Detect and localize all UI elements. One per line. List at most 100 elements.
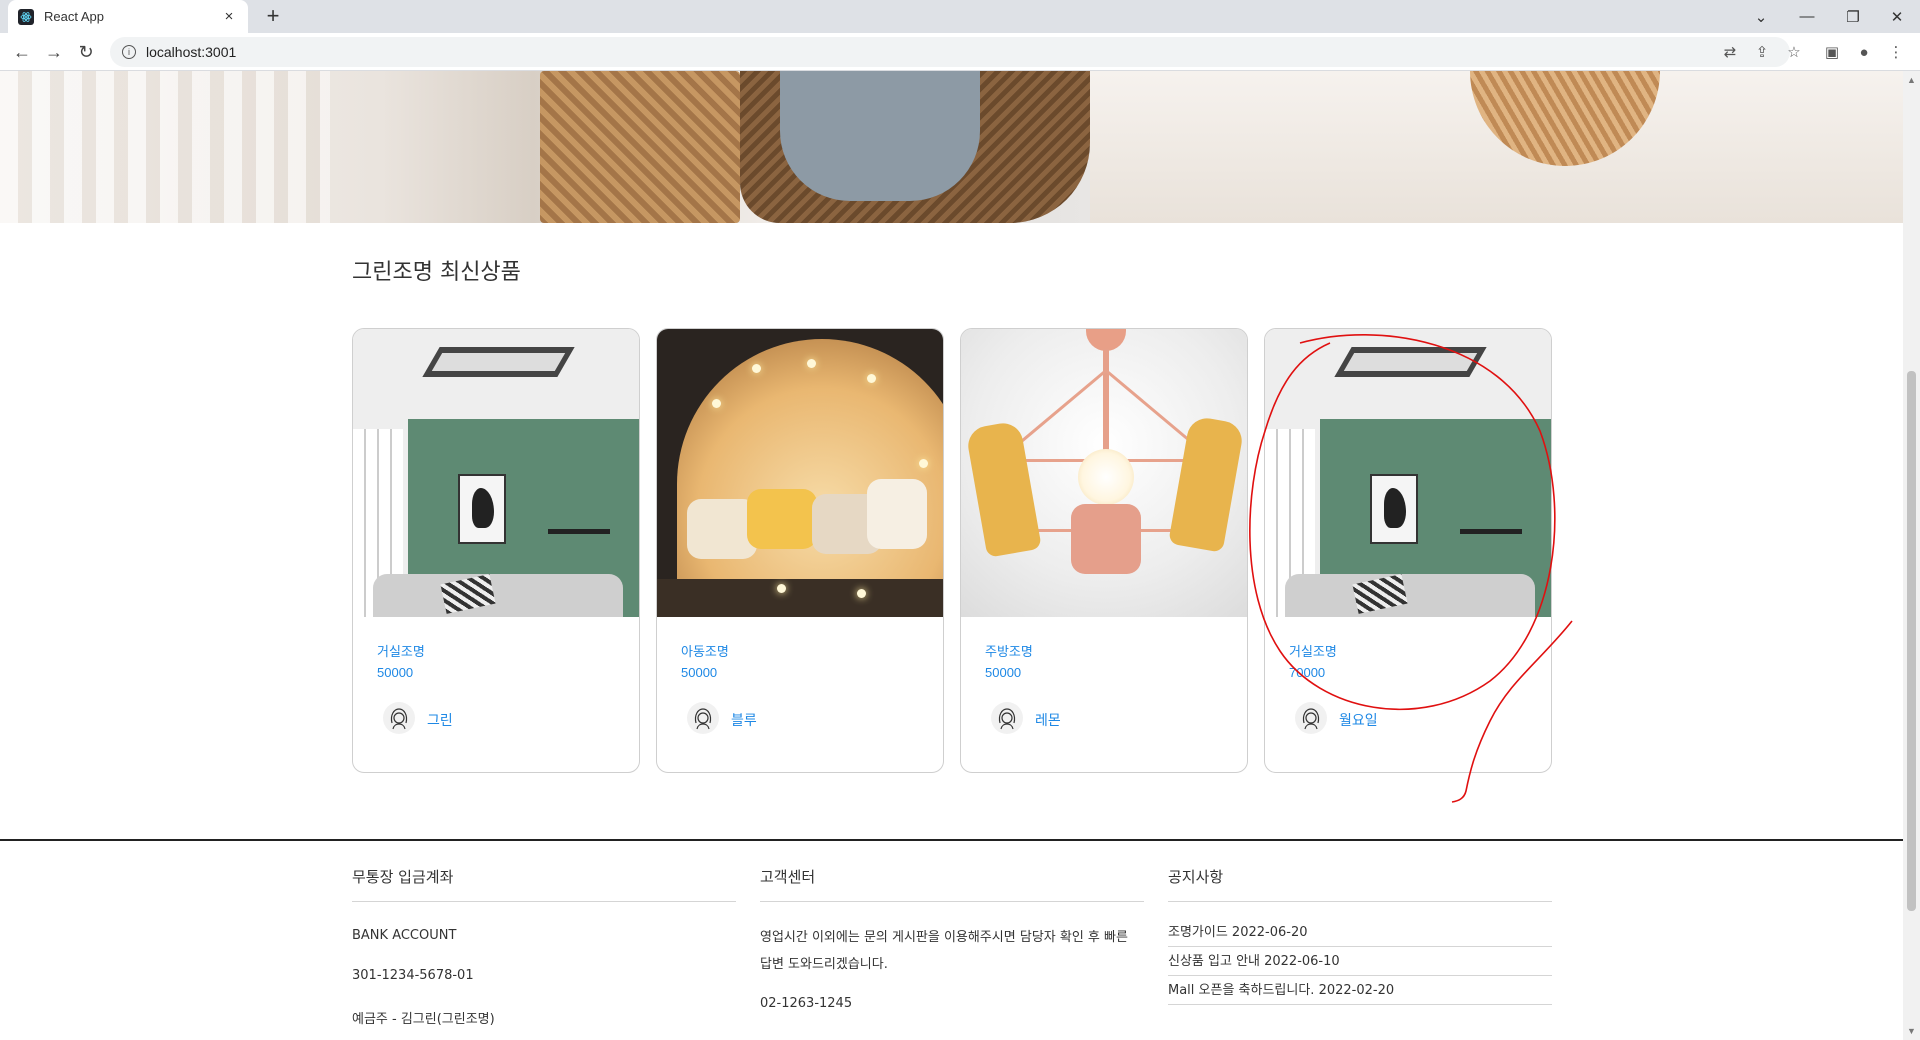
- footer-divider: [0, 839, 1903, 841]
- new-tab-button[interactable]: +: [260, 4, 286, 30]
- scroll-thumb[interactable]: [1907, 371, 1916, 911]
- tab-close-icon[interactable]: ×: [220, 8, 238, 25]
- profile-icon[interactable]: ●: [1854, 42, 1874, 62]
- product-name[interactable]: 주방조명: [985, 641, 1033, 660]
- pillow: [867, 479, 927, 549]
- address-bar[interactable]: i localhost:3001: [110, 37, 1790, 67]
- lamp-rod: [1103, 349, 1109, 459]
- sofa: [1285, 574, 1535, 617]
- product-price: 50000: [681, 665, 718, 680]
- product-card[interactable]: 거실조명 70000 월요일: [1264, 328, 1552, 773]
- menu-icon[interactable]: ⋮: [1886, 42, 1906, 62]
- rattan-table: [540, 71, 740, 223]
- bank-account: 301-1234-5678-01: [352, 968, 474, 983]
- light-bulb: [712, 399, 721, 408]
- footer-bank-column: 무통장 입금계좌 BANK ACCOUNT 301-1234-5678-01 예…: [352, 866, 736, 1027]
- browser-toolbar: ← → ↻ i localhost:3001 ⇄ ⇪ ☆ ▣ ● ⋮: [0, 33, 1920, 71]
- light-bulb: [777, 584, 786, 593]
- curtain: [0, 71, 330, 223]
- tab-search-icon[interactable]: ⌄: [1738, 0, 1784, 33]
- wall-frame: [458, 474, 506, 544]
- browser-tab[interactable]: React App ×: [8, 0, 248, 33]
- bank-label: BANK ACCOUNT: [352, 928, 457, 943]
- notice-list: 조명가이드 2022-06-20 신상품 입고 안내 2022-06-10 Ma…: [1168, 918, 1552, 1005]
- product-image[interactable]: [353, 329, 639, 617]
- cushion: [780, 71, 980, 201]
- product-name[interactable]: 아동조명: [681, 641, 729, 660]
- footer-support-column: 고객센터 영업시간 이외에는 문의 게시판을 이용해주시면 담당자 확인 후 빠…: [760, 866, 1144, 1011]
- user-avatar-icon: [383, 702, 415, 734]
- lamp-globe: [1078, 449, 1134, 505]
- product-price: 70000: [1289, 665, 1326, 680]
- bank-holder: 예금주 - 김그린(그린조명): [352, 1012, 495, 1027]
- footer-heading: 공지사항: [1168, 866, 1552, 902]
- side-panel-icon[interactable]: ▣: [1822, 42, 1842, 62]
- footer-heading: 무통장 입금계좌: [352, 866, 736, 902]
- product-price: 50000: [985, 665, 1022, 680]
- react-atom-icon: [18, 8, 34, 25]
- product-image[interactable]: [1265, 329, 1551, 617]
- lamp-arm: [1013, 369, 1107, 449]
- tab-title: React App: [44, 9, 104, 24]
- support-phone: 02-1263-1245: [760, 996, 853, 1011]
- reload-icon[interactable]: ↻: [72, 38, 100, 66]
- product-image[interactable]: [961, 329, 1247, 617]
- tent-base: [657, 579, 943, 617]
- product-name[interactable]: 거실조명: [377, 641, 425, 660]
- shelf: [548, 529, 610, 534]
- section-title: 그린조명 최신상품: [352, 260, 521, 285]
- browser-tab-bar: React App × + ⌄ — ❐ ✕: [0, 0, 1920, 33]
- lamp-arm: [1105, 369, 1199, 449]
- site-info-icon[interactable]: i: [122, 45, 136, 59]
- minimize-icon[interactable]: —: [1784, 0, 1830, 33]
- giraffe-shade: [965, 420, 1042, 558]
- wall-frame: [1370, 474, 1418, 544]
- hero-banner-image: [0, 71, 1903, 223]
- scroll-up-icon[interactable]: ▲: [1907, 75, 1916, 85]
- light-bulb: [807, 359, 816, 368]
- user-avatar-icon: [991, 702, 1023, 734]
- seller-name: 그린: [427, 713, 453, 729]
- url-text: localhost:3001: [146, 44, 237, 60]
- page-viewport: 그린조명 최신상품 거실조명 50000 그린 아동조명 50000 블루 주방…: [0, 71, 1903, 1040]
- product-image[interactable]: [657, 329, 943, 617]
- product-card[interactable]: 아동조명 50000 블루: [656, 328, 944, 773]
- light-bulb: [919, 459, 928, 468]
- product-card[interactable]: 주방조명 50000 레몬: [960, 328, 1248, 773]
- giraffe-shade: [1168, 415, 1245, 553]
- notice-item[interactable]: Mall 오픈을 축하드립니다. 2022-02-20: [1168, 976, 1552, 1005]
- bookmark-star-icon[interactable]: ☆: [1784, 42, 1804, 62]
- share-icon[interactable]: ⇪: [1752, 42, 1772, 62]
- ceiling-mount: [1086, 329, 1126, 351]
- footer-notice-column: 공지사항 조명가이드 2022-06-20 신상품 입고 안내 2022-06-…: [1168, 866, 1552, 1005]
- pillows: [677, 479, 927, 579]
- seller-name: 레몬: [1035, 713, 1061, 729]
- notice-item[interactable]: 신상품 입고 안내 2022-06-10: [1168, 947, 1552, 976]
- ceiling-lamp: [1334, 347, 1487, 377]
- back-icon[interactable]: ←: [8, 38, 36, 66]
- sofa: [373, 574, 623, 617]
- window-close-icon[interactable]: ✕: [1874, 0, 1920, 33]
- product-card[interactable]: 거실조명 50000 그린: [352, 328, 640, 773]
- ceiling-lamp: [422, 347, 575, 377]
- scroll-down-icon[interactable]: ▼: [1907, 1026, 1916, 1036]
- light-bulb: [752, 364, 761, 373]
- light-bulb: [857, 589, 866, 598]
- product-price: 50000: [377, 665, 414, 680]
- user-avatar-icon: [687, 702, 719, 734]
- support-message: 영업시간 이외에는 문의 게시판을 이용해주시면 담당자 확인 후 빠른 답변 …: [760, 930, 1128, 972]
- light-bulb: [867, 374, 876, 383]
- lamp-body: [1071, 504, 1141, 574]
- page-scrollbar[interactable]: ▲ ▼: [1903, 71, 1920, 1040]
- notice-item[interactable]: 조명가이드 2022-06-20: [1168, 918, 1552, 947]
- pillow: [747, 489, 817, 549]
- shelf: [1460, 529, 1522, 534]
- user-avatar-icon: [1295, 702, 1327, 734]
- restore-icon[interactable]: ❐: [1830, 0, 1876, 33]
- product-name[interactable]: 거실조명: [1289, 641, 1337, 660]
- seller-name: 월요일: [1339, 713, 1378, 729]
- translate-icon[interactable]: ⇄: [1720, 42, 1740, 62]
- seller-name: 블루: [731, 713, 757, 729]
- footer-heading: 고객센터: [760, 866, 1144, 902]
- forward-icon[interactable]: →: [40, 38, 68, 66]
